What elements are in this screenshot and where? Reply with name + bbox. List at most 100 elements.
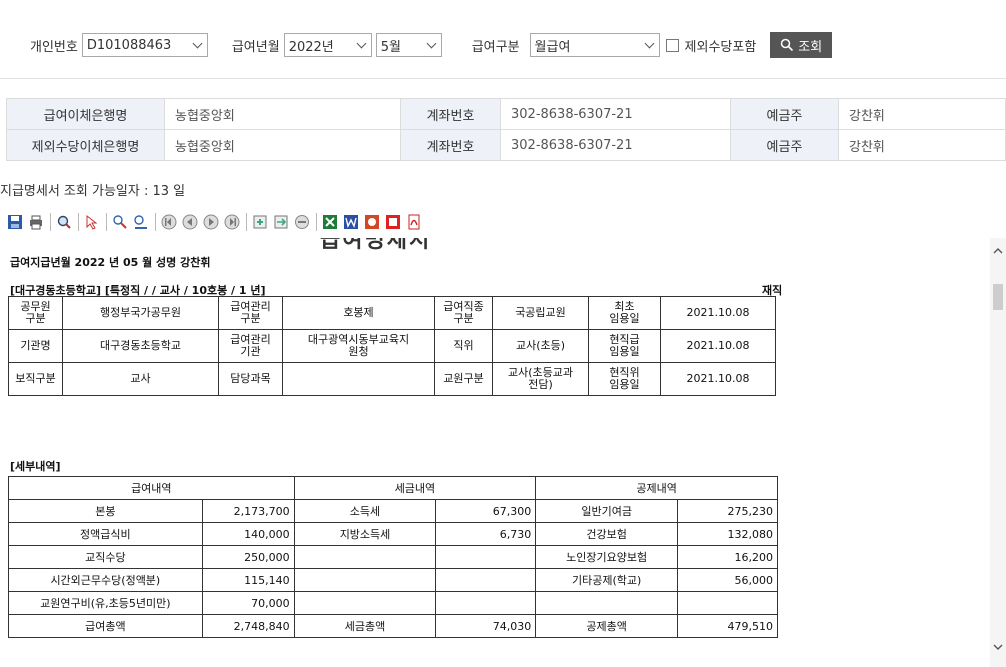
detail-title: [세부내역] bbox=[10, 460, 61, 473]
item-name-cell: 지방소득세 bbox=[293, 522, 437, 546]
search-bar: 개인번호 D101088463 급여년월 2022년 5월 급여구분 월급여 제… bbox=[0, 12, 1006, 79]
info-cell: 교사(초등교과 전담) bbox=[492, 362, 589, 396]
table-row: 급여총액 2,748,840 세금총액 74,030 공제총액 479,510 bbox=[8, 614, 778, 638]
item-name-cell: 정액급식비 bbox=[8, 522, 203, 546]
exclude-allowance-label: 제외수당포함 bbox=[684, 39, 757, 55]
amount-cell: 250,000 bbox=[201, 545, 295, 569]
item-name-cell: 기타공제(학교) bbox=[535, 568, 679, 592]
holder-label: 예금주 bbox=[730, 129, 839, 161]
info-cell bbox=[282, 362, 435, 396]
info-cell: 2021.10.08 bbox=[660, 362, 776, 396]
info-row: 공무원 구분 행정부국가공무원 급여관리 구분 호봉제 급여직종 구분 국공립교원 최… bbox=[8, 296, 776, 330]
last-page-icon[interactable] bbox=[223, 213, 241, 231]
find-next-icon[interactable] bbox=[132, 213, 150, 231]
info-cell: 현직급 임용일 bbox=[588, 329, 661, 363]
bank-value: 농협중앙회 bbox=[164, 98, 401, 130]
cursor-icon[interactable] bbox=[83, 213, 101, 231]
amount-cell: 74,030 bbox=[435, 614, 537, 638]
item-name-cell: 건강보험 bbox=[535, 522, 679, 546]
page-setup-icon[interactable] bbox=[251, 213, 269, 231]
word-icon[interactable] bbox=[342, 213, 360, 231]
chevron-down-icon bbox=[427, 40, 437, 50]
pay-type-select[interactable]: 월급여 bbox=[529, 33, 660, 57]
amount-cell: 6,730 bbox=[435, 522, 537, 546]
detail-header-row: 급여내역 세금내역 공제내역 bbox=[8, 476, 778, 500]
ppt-icon[interactable] bbox=[363, 213, 381, 231]
info-cell: 교사(초등) bbox=[492, 329, 589, 363]
item-name-cell bbox=[535, 591, 679, 615]
table-row: 본봉 2,173,700 소득세 67,300 일반기여금 275,230 bbox=[8, 499, 778, 523]
pdf-icon[interactable] bbox=[405, 213, 423, 231]
amount-cell: 2,748,840 bbox=[201, 614, 295, 638]
amount-cell: 56,000 bbox=[677, 568, 778, 592]
item-name-cell: 교직수당 bbox=[8, 545, 203, 569]
amount-cell: 140,000 bbox=[201, 522, 295, 546]
item-name-cell: 노인장기요양보험 bbox=[535, 545, 679, 569]
holder-value: 강찬휘 bbox=[838, 98, 1006, 130]
info-cell: 2021.10.08 bbox=[660, 329, 776, 363]
exclude-allowance-checkbox[interactable] bbox=[665, 38, 679, 52]
employee-number-select[interactable]: D101088463 bbox=[81, 33, 208, 57]
chevron-down-icon bbox=[645, 40, 655, 50]
holder-label: 예금주 bbox=[730, 98, 839, 130]
info-cell: 기관명 bbox=[8, 329, 63, 363]
item-name-cell: 일반기여금 bbox=[535, 499, 679, 523]
info-cell: 급여관리 구분 bbox=[218, 296, 283, 330]
header-tax: 세금내역 bbox=[293, 476, 537, 500]
item-name-cell: 공제총액 bbox=[535, 614, 679, 638]
chevron-down-icon[interactable] bbox=[993, 642, 1003, 652]
account-label: 계좌번호 bbox=[400, 129, 501, 161]
amount-cell: 2,173,700 bbox=[201, 499, 295, 523]
search-icon bbox=[781, 38, 794, 52]
export-icon[interactable] bbox=[272, 213, 290, 231]
find-icon[interactable] bbox=[111, 213, 129, 231]
info-cell: 급여직종 구분 bbox=[434, 296, 493, 330]
amount-cell: 275,230 bbox=[677, 499, 778, 523]
item-name-cell: 급여총액 bbox=[8, 614, 203, 638]
first-page-icon[interactable] bbox=[160, 213, 178, 231]
item-name-cell: 본봉 bbox=[8, 499, 203, 523]
report-viewer: 급여명세서 급여지급년월 2022 년 05 월 성명 강찬휘 [대구경동초등학… bbox=[0, 238, 990, 667]
excel-icon[interactable] bbox=[321, 213, 339, 231]
info-cell: 교사 bbox=[62, 362, 219, 396]
amount-cell bbox=[435, 568, 537, 592]
pdf-red-icon[interactable] bbox=[384, 213, 402, 231]
save-icon[interactable] bbox=[6, 213, 24, 231]
stop-icon[interactable] bbox=[293, 213, 311, 231]
search-row: 개인번호 D101088463 급여년월 2022년 5월 급여구분 월급여 제… bbox=[30, 32, 833, 58]
info-row: 기관명 대구경동초등학교 급여관리 기관 대구광역시동부교육지 원청 직위 교사(초… bbox=[8, 329, 776, 363]
header-pay: 급여내역 bbox=[8, 476, 295, 500]
month-select[interactable]: 5월 bbox=[375, 33, 442, 57]
table-row: 정액급식비 140,000 지방소득세 6,730 건강보험 132,080 bbox=[8, 522, 778, 546]
info-cell: 대구경동초등학교 bbox=[62, 329, 219, 363]
vertical-scrollbar[interactable] bbox=[990, 238, 1006, 667]
print-icon[interactable] bbox=[27, 213, 45, 231]
info-cell: 교원구분 bbox=[434, 362, 493, 396]
search-button-label: 조회 bbox=[798, 38, 823, 54]
bank-value: 농협중앙회 bbox=[164, 129, 401, 161]
employee-number-label: 개인번호 bbox=[30, 39, 78, 55]
holder-value: 강찬휘 bbox=[838, 129, 1006, 161]
search-button[interactable]: 조회 bbox=[770, 32, 833, 58]
amount-cell bbox=[677, 591, 778, 615]
year-select[interactable]: 2022년 bbox=[283, 33, 372, 57]
next-page-icon[interactable] bbox=[202, 213, 220, 231]
info-cell: 2021.10.08 bbox=[660, 296, 776, 330]
zoom-icon[interactable] bbox=[55, 213, 73, 231]
item-name-cell: 교원연구비(유,초등5년미만) bbox=[8, 591, 203, 615]
info-cell: 국공립교원 bbox=[492, 296, 589, 330]
amount-cell: 115,140 bbox=[201, 568, 295, 592]
chevron-up-icon[interactable] bbox=[993, 246, 1003, 256]
month-value: 5월 bbox=[380, 39, 401, 55]
prev-page-icon[interactable] bbox=[181, 213, 199, 231]
item-name-cell: 시간외근무수당(정액분) bbox=[8, 568, 203, 592]
scrollbar-thumb[interactable] bbox=[993, 284, 1003, 310]
report-viewer-toolbar bbox=[6, 210, 426, 234]
account-value: 302-8638-6307-21 bbox=[500, 129, 731, 161]
employee-number-value: D101088463 bbox=[86, 37, 172, 53]
info-cell: 보직구분 bbox=[8, 362, 63, 396]
info-cell: 직위 bbox=[434, 329, 493, 363]
employee-info-table: 공무원 구분 행정부국가공무원 급여관리 구분 호봉제 급여직종 구분 국공립교원 최… bbox=[8, 296, 776, 396]
table-row: 교원연구비(유,초등5년미만) 70,000 bbox=[8, 591, 778, 615]
inquiry-days-text: 지급명세서 조회 가능일자 : 13 일 bbox=[0, 184, 186, 199]
